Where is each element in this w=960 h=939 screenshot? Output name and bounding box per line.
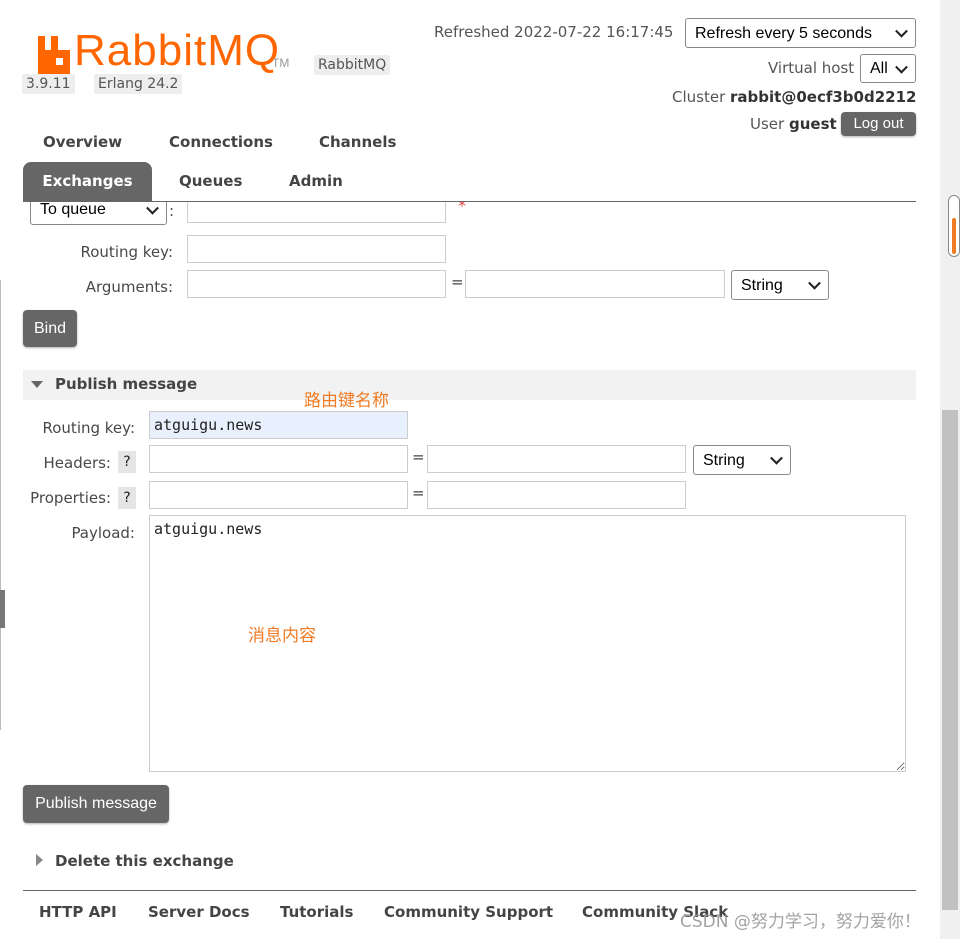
footer-link-server-docs[interactable]: Server Docs <box>148 903 250 921</box>
destination-type-select[interactable]: To queue <box>30 202 167 225</box>
user-name: guest <box>788 115 837 133</box>
property-value-input[interactable] <box>427 481 686 509</box>
bind-argument-type-dropdown[interactable]: String <box>731 270 829 300</box>
bind-argument-type-select[interactable]: String <box>731 270 829 300</box>
scroll-position-indicator <box>948 195 960 257</box>
tab-queues[interactable]: Queues <box>179 172 242 190</box>
cluster-info: Cluster rabbit@0ecf3b0d2212 <box>672 88 916 106</box>
scrollbar-thumb[interactable] <box>942 410 958 910</box>
delete-section-header[interactable]: Delete this exchange <box>23 849 916 875</box>
scrollbar-track[interactable] <box>940 0 960 939</box>
headers-label: Headers: <box>43 454 112 472</box>
user-info: User guest <box>750 115 837 133</box>
destination-input[interactable] <box>187 202 446 223</box>
payload-annotation: 消息内容 <box>248 626 316 646</box>
delete-section-title: Delete this exchange <box>55 852 234 870</box>
property-key-input[interactable] <box>149 481 408 509</box>
bind-argument-equals: = <box>451 273 464 291</box>
csdn-watermark: CSDN @努力学习，努力爱你！ <box>680 912 921 932</box>
cluster-name: rabbit@0ecf3b0d2212 <box>730 88 917 106</box>
version-badge: 3.9.11 <box>22 74 75 94</box>
rabbitmq-logo: RabbitMQ TM <box>36 26 298 76</box>
header-type-select[interactable]: String <box>693 445 791 475</box>
tab-connections[interactable]: Connections <box>169 133 273 151</box>
virtual-host-select[interactable]: All <box>860 54 916 83</box>
header-key-input[interactable] <box>149 445 408 473</box>
scroll-indicator-fill <box>952 218 956 254</box>
refresh-interval-select[interactable]: Refresh every 5 seconds <box>685 18 916 48</box>
destination-colon: : <box>169 202 175 220</box>
product-badge: RabbitMQ <box>314 55 391 75</box>
footer-link-community-support[interactable]: Community Support <box>384 903 553 921</box>
publish-routing-key-input[interactable] <box>149 411 408 439</box>
bind-form: To queue : * Routing key: Arguments: = S… <box>0 202 940 322</box>
required-mark: * <box>458 202 466 215</box>
left-edge-marker <box>0 590 5 628</box>
triangle-right-icon <box>36 854 43 866</box>
destination-type-dropdown[interactable]: To queue <box>30 202 167 225</box>
bind-arguments-label: Arguments: <box>85 278 173 296</box>
header-equals: = <box>412 448 425 466</box>
tab-channels[interactable]: Channels <box>319 133 396 151</box>
properties-label: Properties: <box>30 489 111 507</box>
publish-routing-key-label: Routing key: <box>42 419 136 437</box>
virtual-host-dropdown[interactable]: All <box>860 54 916 83</box>
payload-label: Payload: <box>71 524 135 542</box>
refreshed-timestamp: Refreshed 2022-07-22 16:17:45 <box>434 23 674 41</box>
tab-exchanges[interactable]: Exchanges <box>23 162 152 202</box>
triangle-down-icon <box>31 381 43 388</box>
bind-routing-key-label: Routing key: <box>80 243 174 261</box>
footer-divider <box>23 890 916 891</box>
bind-routing-key-input[interactable] <box>187 235 446 263</box>
routing-key-annotation: 路由键名称 <box>304 391 389 411</box>
tab-admin[interactable]: Admin <box>289 172 343 190</box>
publish-section-header[interactable]: Publish message <box>23 370 916 400</box>
virtual-host-label: Virtual host <box>768 59 855 77</box>
property-equals: = <box>412 484 425 502</box>
cluster-label: Cluster <box>672 88 726 106</box>
footer-link-tutorials[interactable]: Tutorials <box>280 903 353 921</box>
bind-button[interactable]: Bind <box>23 310 77 347</box>
left-edge-strip <box>0 280 7 730</box>
header-type-dropdown[interactable]: String <box>693 445 791 475</box>
footer-link-http-api[interactable]: HTTP API <box>39 903 117 921</box>
logo-text: RabbitMQ <box>74 26 281 75</box>
logout-button[interactable]: Log out <box>841 112 916 136</box>
refresh-interval-dropdown[interactable]: Refresh every 5 seconds <box>685 18 916 48</box>
rabbit-logo-icon <box>38 36 70 74</box>
logo-trademark: TM <box>272 56 290 70</box>
tab-overview[interactable]: Overview <box>43 133 122 151</box>
publish-section-title: Publish message <box>55 375 198 393</box>
bind-argument-value-input[interactable] <box>465 270 725 298</box>
erlang-badge: Erlang 24.2 <box>94 74 183 94</box>
bind-argument-key-input[interactable] <box>187 270 446 298</box>
headers-help-icon[interactable]: ? <box>118 451 136 473</box>
publish-message-button[interactable]: Publish message <box>23 785 169 823</box>
properties-help-icon[interactable]: ? <box>118 487 136 509</box>
header-value-input[interactable] <box>427 445 686 473</box>
user-label: User <box>750 115 785 133</box>
